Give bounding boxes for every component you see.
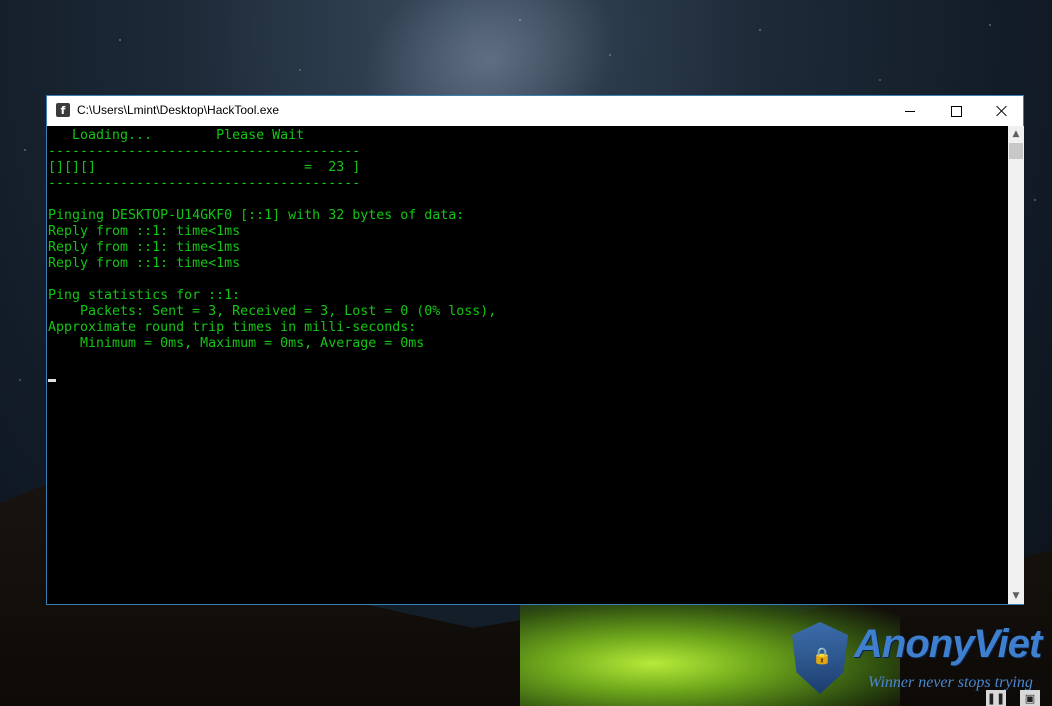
console-line: Approximate round trip times in milli-se… — [48, 320, 417, 335]
app-icon[interactable]: f — [56, 103, 70, 117]
minimize-icon — [905, 110, 915, 112]
console-line: Packets: Sent = 3, Received = 3, Lost = … — [48, 304, 497, 319]
console-line: Loading... Please Wait — [48, 128, 305, 143]
console-text: Loading... Please Wait -----------------… — [47, 126, 1007, 384]
scroll-up-arrow-icon[interactable]: ▲ — [1008, 126, 1024, 142]
title-bar[interactable]: f C:\Users\Lmint\Desktop\HackTool.exe — [47, 96, 1023, 126]
console-line: [][][] = 23 ] — [48, 160, 361, 175]
screen-icon[interactable]: ▣ — [1020, 690, 1040, 706]
console-output[interactable]: Loading... Please Wait -----------------… — [47, 126, 1007, 604]
watermark-brand: AnonyViet — [854, 622, 1042, 666]
console-line: --------------------------------------- — [48, 144, 361, 159]
minimize-button[interactable] — [887, 96, 933, 126]
scroll-down-arrow-icon[interactable]: ▼ — [1008, 588, 1024, 604]
console-line: Pinging DESKTOP-U14GKF0 [::1] with 32 by… — [48, 208, 465, 223]
console-line: Minimum = 0ms, Maximum = 0ms, Average = … — [48, 336, 425, 351]
text-cursor — [48, 379, 56, 382]
pause-icon[interactable]: ❚❚ — [986, 690, 1006, 706]
scroll-thumb[interactable] — [1009, 143, 1023, 159]
watermark-tagline: Winner never stops trying — [868, 674, 1033, 691]
close-icon — [996, 105, 1008, 117]
anonyviet-watermark: 🔒 AnonyViet Winner never stops trying — [786, 618, 1052, 706]
maximize-button[interactable] — [933, 96, 979, 126]
console-line: Ping statistics for ::1: — [48, 288, 241, 303]
maximize-icon — [950, 105, 962, 117]
console-line: Reply from ::1: time<1ms — [48, 224, 241, 239]
window-title: C:\Users\Lmint\Desktop\HackTool.exe — [77, 103, 280, 117]
console-line: Reply from ::1: time<1ms — [48, 240, 241, 255]
console-line: --------------------------------------- — [48, 176, 361, 191]
close-button[interactable] — [979, 96, 1025, 126]
console-window[interactable]: f C:\Users\Lmint\Desktop\HackTool.exe Lo… — [46, 95, 1024, 605]
console-line: Reply from ::1: time<1ms — [48, 256, 241, 271]
vertical-scrollbar[interactable]: ▲ ▼ — [1008, 126, 1024, 604]
lock-icon: 🔒 — [812, 646, 832, 665]
